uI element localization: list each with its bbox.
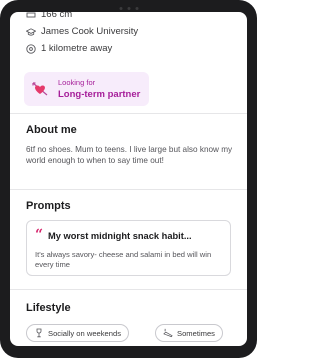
tablet-frame: 166 cm James Cook University 1 kilometre… xyxy=(0,0,257,358)
lifestyle-chip-drinking[interactable]: Socially on weekends xyxy=(26,324,130,342)
prompt-answer: It's always savory- cheese and salami in… xyxy=(35,250,212,269)
height-row: 166 cm xyxy=(26,12,72,20)
graduation-cap-icon xyxy=(26,27,36,37)
location-pin-icon xyxy=(26,43,36,54)
distance-text: 1 kilometre away xyxy=(41,43,113,54)
ruler-icon xyxy=(26,12,36,20)
distance-row: 1 kilometre away xyxy=(26,43,112,54)
prompt-card[interactable]: “ My worst midnight snack habit... It's … xyxy=(26,220,231,276)
camera-indicator xyxy=(119,7,138,10)
heart-arrow-icon xyxy=(32,81,48,97)
looking-for-label: Looking for xyxy=(58,78,96,87)
looking-for-card: Looking for Long-term partner xyxy=(24,72,149,106)
chip-label: Sometimes xyxy=(177,328,215,338)
university-row: James Cook University xyxy=(26,26,138,37)
prompt-question: My worst midnight snack habit... xyxy=(48,231,192,241)
profile-screen[interactable]: 166 cm James Cook University 1 kilometre… xyxy=(10,12,247,346)
divider xyxy=(10,189,247,190)
about-me-text: 6tf no shoes. Mum to teens. I live large… xyxy=(26,145,233,165)
divider xyxy=(10,113,247,114)
smoking-icon xyxy=(163,328,173,338)
height-text: 166 cm xyxy=(41,12,73,20)
about-me-title: About me xyxy=(26,124,77,136)
looking-for-value: Long-term partner xyxy=(58,89,141,100)
chip-label: Socially on weekends xyxy=(48,328,122,338)
divider xyxy=(10,289,247,290)
lifestyle-title: Lifestyle xyxy=(26,302,71,314)
prompts-title: Prompts xyxy=(26,200,71,212)
quote-icon: “ xyxy=(35,227,44,243)
drink-icon xyxy=(34,328,44,338)
lifestyle-chip-smoking[interactable]: Sometimes xyxy=(155,324,223,342)
university-text: James Cook University xyxy=(41,26,139,37)
